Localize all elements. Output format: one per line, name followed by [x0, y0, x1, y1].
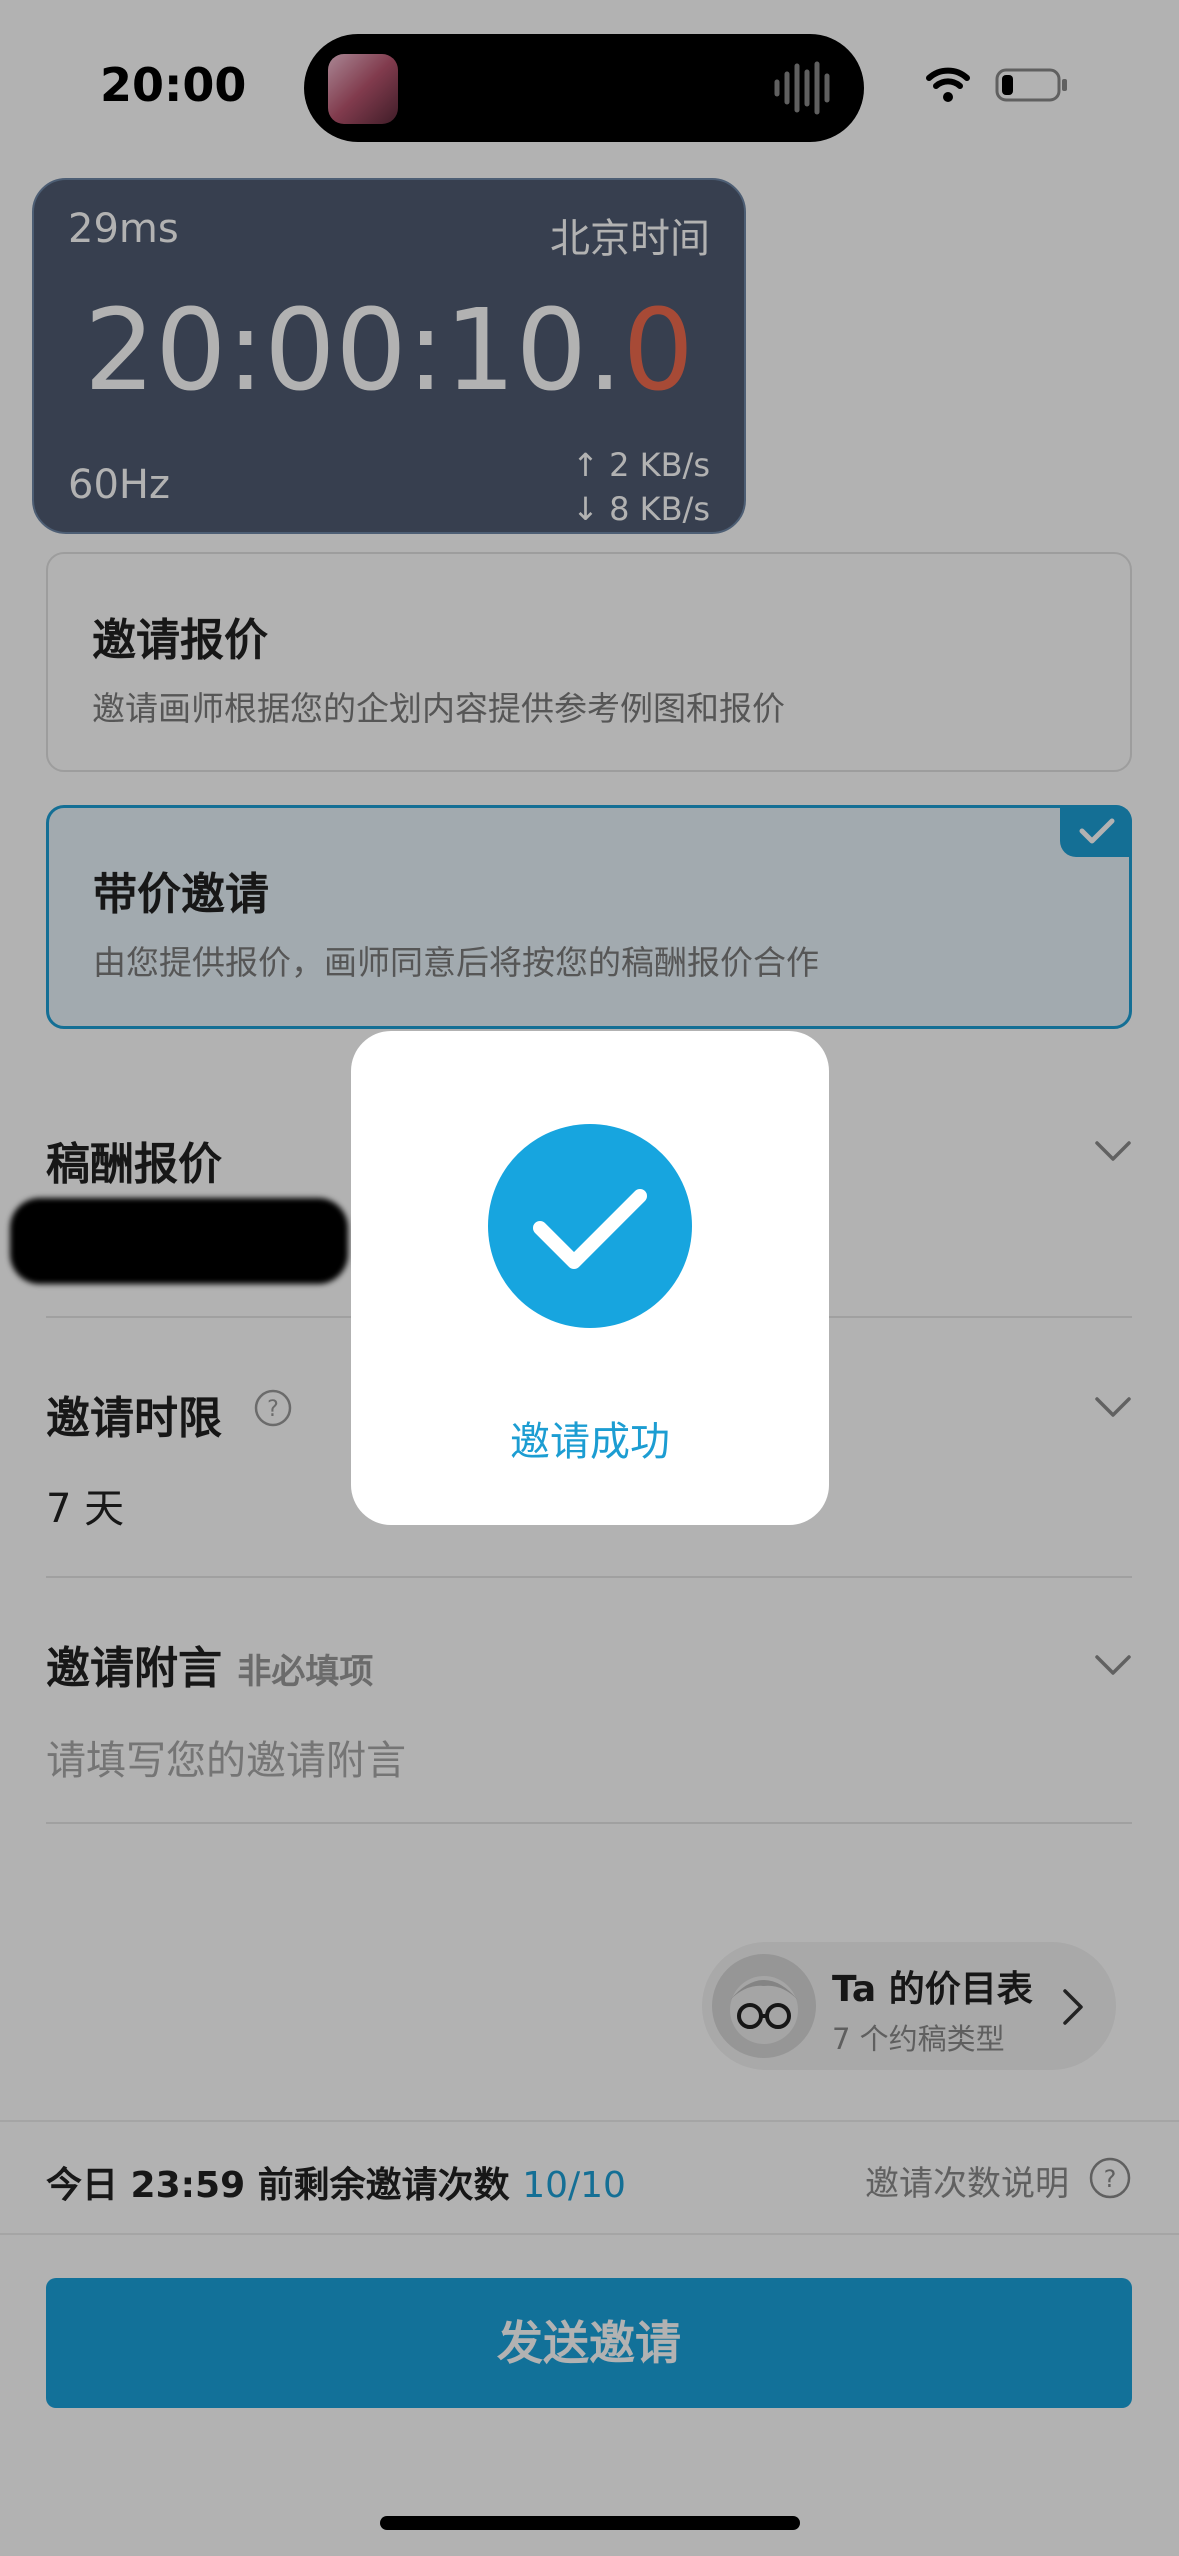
toast-message: 邀请成功 — [510, 1419, 670, 1465]
home-indicator[interactable] — [380, 2516, 800, 2530]
success-check-icon — [488, 1124, 692, 1328]
success-toast: 邀请成功 — [351, 1031, 829, 1525]
